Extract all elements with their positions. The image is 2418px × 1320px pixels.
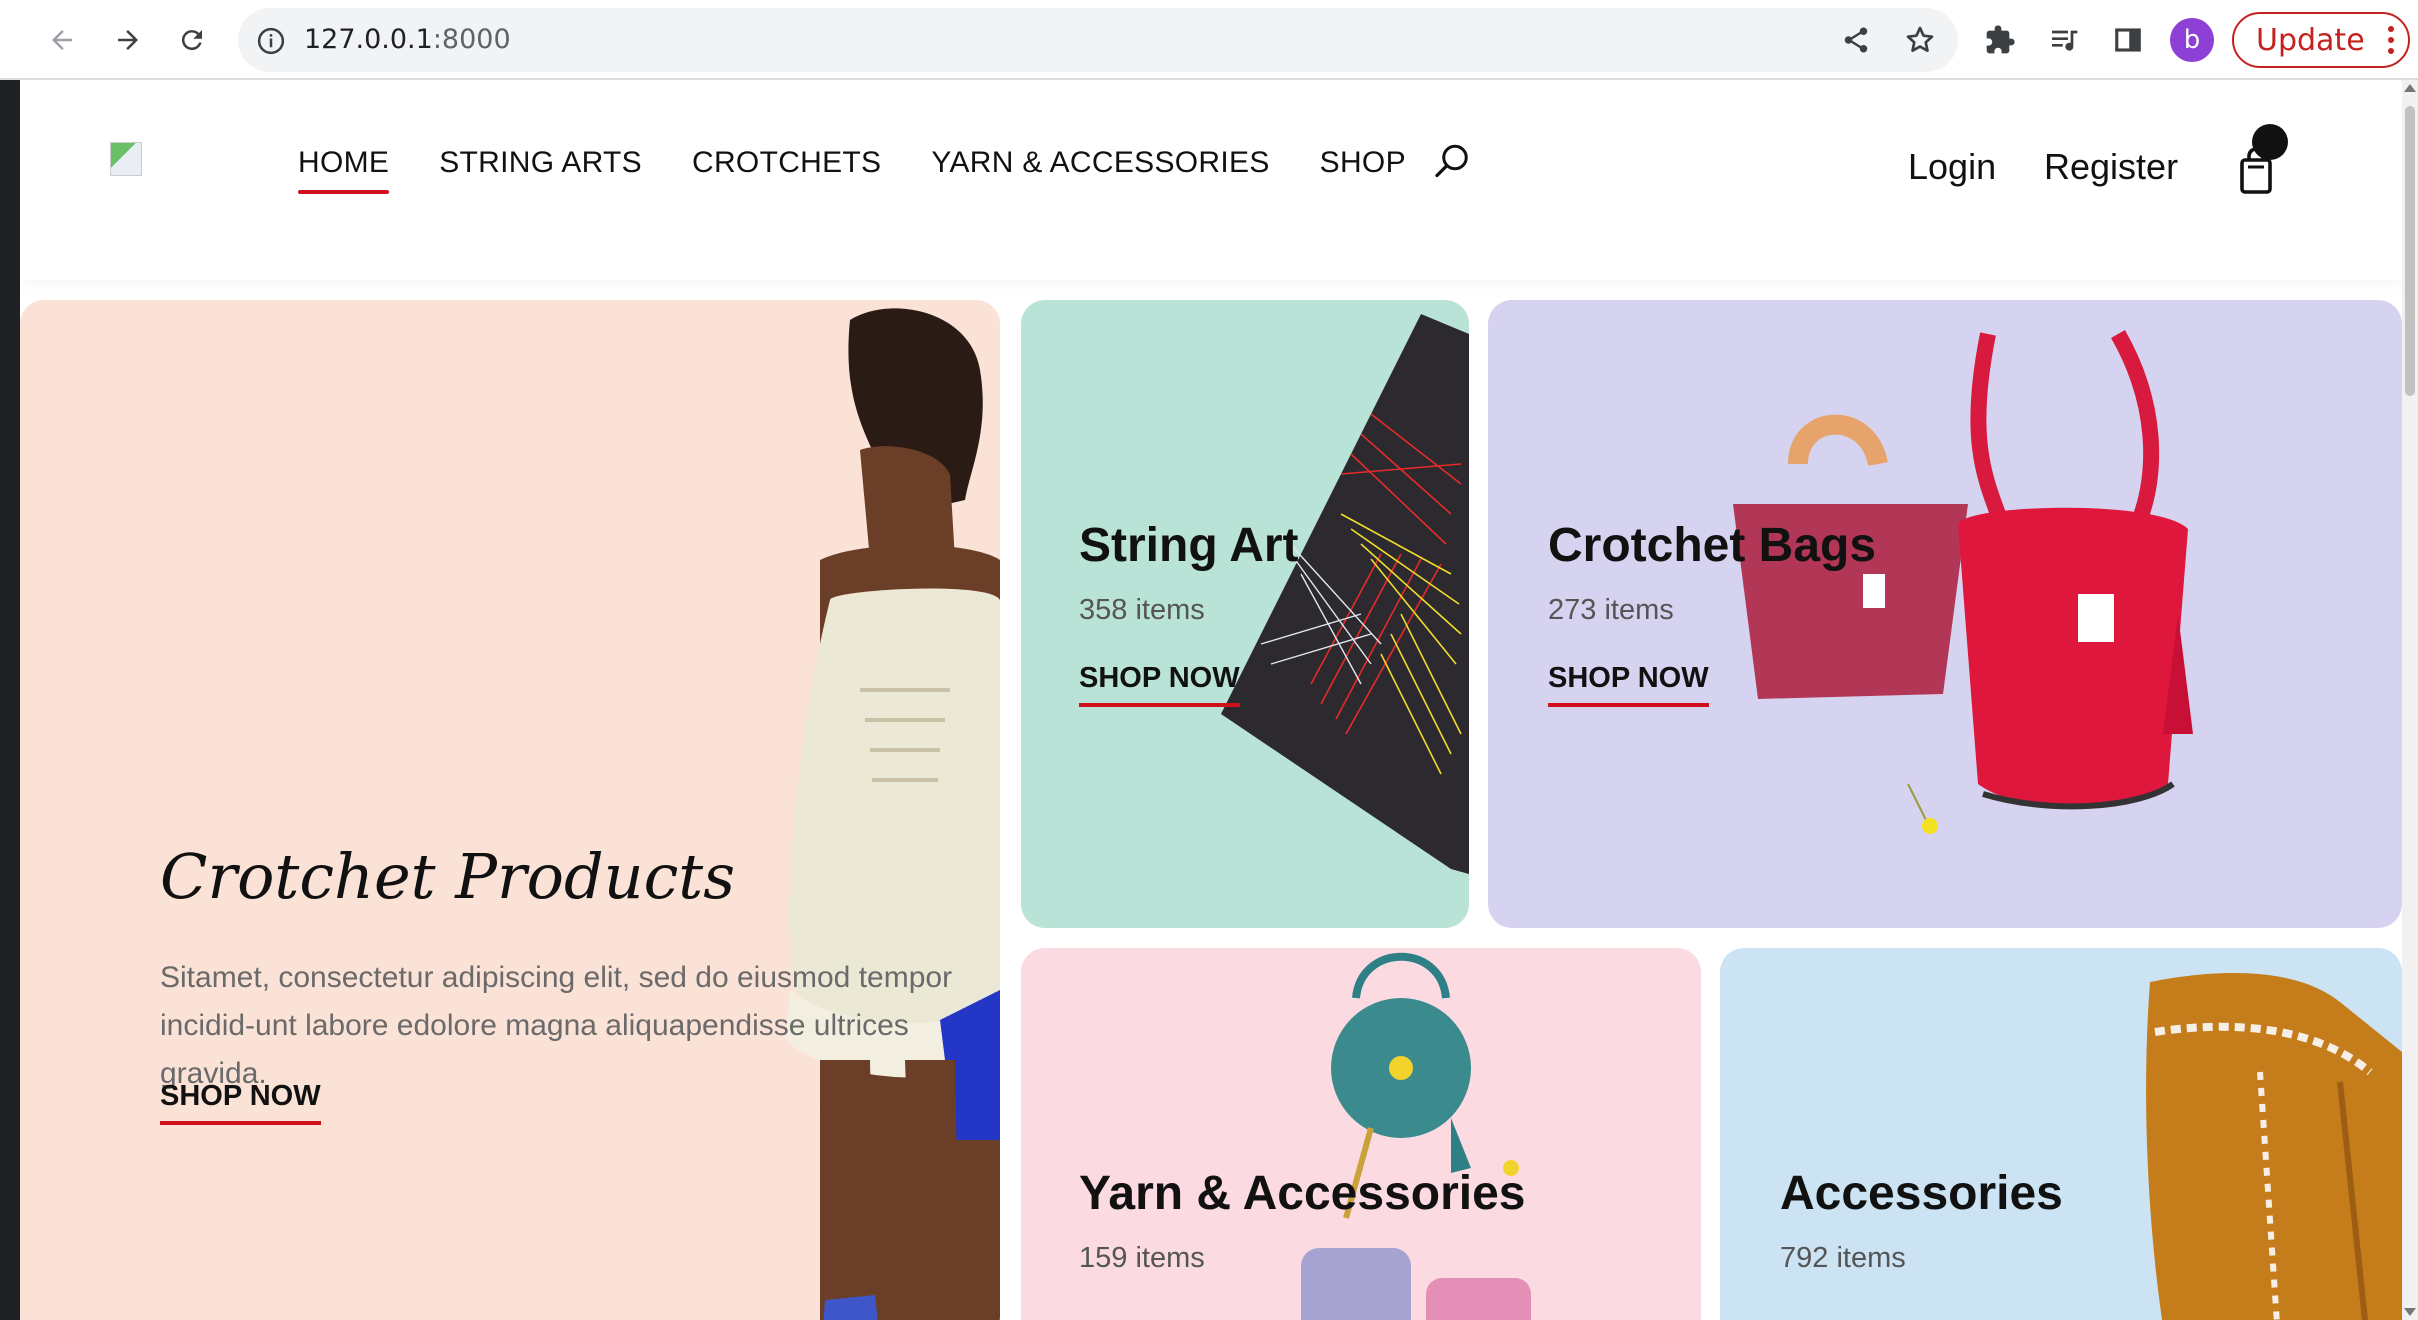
scroll-up-icon[interactable] — [2404, 84, 2416, 92]
search-icon[interactable] — [1434, 142, 1470, 182]
more-icon — [2388, 26, 2394, 54]
category-card-crotchet-bags[interactable]: Crotchet Bags 273 items SHOP NOW — [1488, 300, 2402, 928]
hero-description: Sitamet, consectetur adipiscing elit, se… — [160, 961, 953, 1090]
accessories-title: Accessories — [1780, 1167, 2063, 1220]
back-button[interactable] — [40, 18, 84, 62]
url-host: 127.0.0.1 — [304, 24, 433, 55]
string-art-image — [1221, 314, 1469, 874]
login-link[interactable]: Login — [1908, 146, 1996, 188]
site-logo[interactable] — [110, 142, 142, 176]
hero-banner: Crotchet Products Sitamet, consectetur a… — [20, 300, 1000, 1320]
address-bar[interactable]: 127.0.0.1:8000 — [238, 8, 1958, 72]
crotchet-bags-image — [1733, 330, 2193, 834]
star-icon — [1906, 26, 1934, 52]
category-card-yarn-accessories[interactable]: Yarn & Accessories 159 items — [1021, 948, 1701, 1320]
forward-button[interactable] — [106, 18, 150, 62]
share-button[interactable] — [1834, 18, 1878, 62]
nav-shop[interactable]: SHOP — [1320, 146, 1406, 188]
side-panel-button[interactable] — [2106, 18, 2150, 62]
browser-toolbar: 127.0.0.1:8000 b Update — [0, 0, 2418, 80]
string-art-title: String Art — [1079, 519, 1299, 572]
yarn-accessories-count: 159 items — [1079, 1242, 1205, 1274]
model-image — [785, 308, 1000, 1320]
url-text: 127.0.0.1:8000 — [304, 24, 511, 55]
nav-crotchets[interactable]: CROTCHETS — [692, 146, 881, 188]
update-button[interactable]: Update — [2232, 12, 2410, 68]
nav-string-arts[interactable]: STRING ARTS — [439, 146, 642, 188]
playlist-icon — [2052, 30, 2078, 51]
update-label: Update — [2256, 22, 2365, 58]
crotchet-bags-title: Crotchet Bags — [1548, 519, 1877, 572]
hero-title: Crotchet Products — [160, 840, 736, 913]
category-card-accessories[interactable]: Accessories 792 items — [1720, 948, 2402, 1320]
info-icon[interactable] — [256, 26, 286, 56]
bookmark-button[interactable] — [1898, 18, 1942, 62]
media-button[interactable] — [2042, 18, 2086, 62]
yarn-accessories-title: Yarn & Accessories — [1079, 1167, 1526, 1220]
main-nav: HOME STRING ARTS CROTCHETS YARN & ACCESS… — [298, 146, 1406, 194]
nav-yarn-accessories[interactable]: YARN & ACCESSORIES — [931, 146, 1269, 188]
category-card-string-art[interactable]: String Art 358 items SHOP NOW — [1021, 300, 1469, 928]
page-viewport: HOME STRING ARTS CROTCHETS YARN & ACCESS… — [20, 80, 2402, 1320]
reload-button[interactable] — [170, 18, 214, 62]
string-art-count: 358 items — [1079, 594, 1205, 626]
extensions-button[interactable] — [1978, 18, 2022, 62]
yarn-image — [1301, 952, 1531, 1320]
arrow-left-icon — [52, 30, 72, 50]
register-link[interactable]: Register — [2044, 146, 2178, 188]
profile-avatar[interactable]: b — [2170, 18, 2214, 62]
url-port: :8000 — [432, 24, 511, 55]
share-icon — [1844, 27, 1868, 53]
nav-home[interactable]: HOME — [298, 146, 390, 194]
scrollbar-thumb[interactable] — [2405, 106, 2415, 396]
side-panel-icon — [2115, 28, 2141, 52]
hero-shop-now-button[interactable]: SHOP NOW — [160, 1080, 321, 1125]
crotchet-bags-count: 273 items — [1548, 594, 1674, 626]
site-header: HOME STRING ARTS CROTCHETS YARN & ACCESS… — [20, 80, 2402, 280]
puzzle-icon — [1986, 25, 2015, 54]
accessories-image — [2146, 973, 2402, 1320]
string-art-shop-now-button[interactable]: SHOP NOW — [1079, 662, 1240, 707]
accessories-count: 792 items — [1780, 1242, 1906, 1274]
crotchet-bags-shop-now-button[interactable]: SHOP NOW — [1548, 662, 1709, 707]
scroll-down-icon[interactable] — [2404, 1308, 2416, 1316]
cart-count-badge — [2252, 124, 2288, 160]
reload-icon — [181, 30, 202, 51]
page-scrollbar[interactable] — [2402, 80, 2418, 1320]
arrow-right-icon — [118, 30, 138, 50]
